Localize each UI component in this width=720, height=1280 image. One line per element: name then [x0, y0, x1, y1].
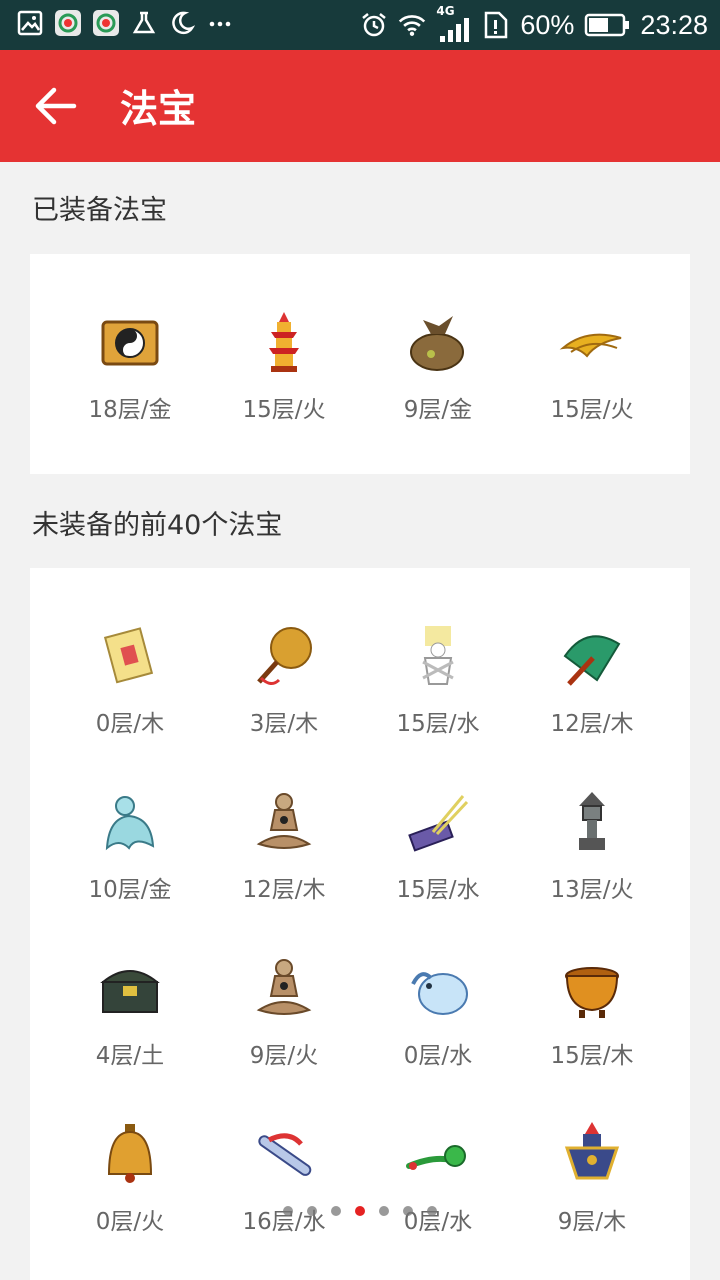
- treasure-chest-icon: [95, 954, 165, 1024]
- unequipped-treasure-item[interactable]: 9层/木: [515, 1120, 669, 1236]
- unequipped-treasure-item[interactable]: 10层/金: [53, 788, 207, 904]
- treasure-label: 4层/土: [95, 1043, 165, 1069]
- wifi-icon: [398, 11, 426, 39]
- scroll-icon: [95, 622, 165, 692]
- page-dot[interactable]: [427, 1206, 437, 1216]
- page-dot[interactable]: [307, 1206, 317, 1216]
- jade-figure-icon: [95, 788, 165, 858]
- alarm-icon: [360, 11, 388, 39]
- equipped-treasure-item[interactable]: 15层/火: [515, 308, 669, 424]
- more-notifications-icon: [206, 9, 234, 37]
- unequipped-treasure-item[interactable]: 15层/水: [361, 622, 515, 738]
- equipped-treasure-item[interactable]: 18层/金: [53, 308, 207, 424]
- armor-figure-icon: [557, 1120, 627, 1190]
- unequipped-treasure-item[interactable]: 0层/水: [361, 1120, 515, 1236]
- pagoda-icon: [249, 308, 319, 378]
- equipped-card: 18层/金 15层/火 9层/金 15层/火: [30, 254, 690, 474]
- page-dot[interactable]: [379, 1206, 389, 1216]
- brush-box-icon: [403, 788, 473, 858]
- cell-signal-icon: 4G: [436, 4, 472, 44]
- unequipped-treasure-item[interactable]: 4层/土: [53, 954, 207, 1070]
- treasure-label: 15层/火: [550, 397, 634, 423]
- meditating-doll-icon: [249, 954, 319, 1024]
- equipped-treasure-item[interactable]: 9层/金: [361, 308, 515, 424]
- jade-ruyi-icon: [403, 1120, 473, 1190]
- page-dot[interactable]: [283, 1206, 293, 1216]
- treasure-label: 15层/水: [396, 711, 480, 737]
- system-indicators: 4G 60% 23:28: [360, 4, 708, 44]
- status-bar: 4G 60% 23:28: [0, 0, 720, 50]
- sim-alert-icon: [482, 11, 510, 39]
- unequipped-treasure-item[interactable]: 3层/木: [207, 622, 361, 738]
- treasure-label: 10层/金: [88, 877, 172, 903]
- treasure-label: 18层/金: [88, 397, 172, 423]
- treasure-label: 0层/木: [95, 711, 165, 737]
- treasure-label: 15层/木: [550, 1043, 634, 1069]
- bell-icon: [95, 1120, 165, 1190]
- page-dot[interactable]: [403, 1206, 413, 1216]
- notification-icons: [16, 9, 234, 37]
- page-dot-active[interactable]: [355, 1206, 365, 1216]
- page-indicator: [0, 1206, 720, 1216]
- unequipped-treasure-item[interactable]: 15层/木: [515, 954, 669, 1070]
- battery-percent: 60%: [520, 9, 575, 40]
- unequipped-treasure-item[interactable]: 16层/水: [207, 1120, 361, 1236]
- treasure-label: 12层/木: [242, 877, 326, 903]
- unequipped-treasure-item[interactable]: 12层/木: [207, 788, 361, 904]
- gallery-icon: [16, 9, 44, 37]
- flute-icon: [249, 1120, 319, 1190]
- flask-icon: [130, 9, 158, 37]
- ice-beast-icon: [403, 954, 473, 1024]
- moon-icon: [168, 9, 196, 37]
- golden-wing-icon: [557, 308, 627, 378]
- pouch-icon: [403, 308, 473, 378]
- palm-fan-icon: [249, 622, 319, 692]
- meditating-doll-icon: [249, 788, 319, 858]
- page-dot[interactable]: [331, 1206, 341, 1216]
- stone-lantern-icon: [557, 788, 627, 858]
- app-notification-icon: [54, 9, 82, 37]
- battery-icon: [584, 11, 630, 39]
- treasure-label: 15层/火: [242, 397, 326, 423]
- equipped-treasure-item[interactable]: 15层/火: [207, 308, 361, 424]
- paper-doll-icon: [403, 622, 473, 692]
- treasure-label: 3层/木: [249, 711, 319, 737]
- yin-yang-scroll-icon: [95, 308, 165, 378]
- unequipped-treasure-item[interactable]: 0层/水: [361, 954, 515, 1070]
- umbrella-icon: [557, 622, 627, 692]
- treasure-label: 12层/木: [550, 711, 634, 737]
- unequipped-treasure-item[interactable]: 15层/水: [361, 788, 515, 904]
- unequipped-treasure-item[interactable]: 0层/火: [53, 1120, 207, 1236]
- unequipped-treasure-item[interactable]: 9层/火: [207, 954, 361, 1070]
- app-bar: 法宝: [0, 50, 720, 162]
- unequipped-card: 0层/木 3层/木 15层/水 12层/木 10层/金 12层/木 15层/水 13层/火 4层…: [30, 568, 690, 1280]
- treasure-label: 15层/水: [396, 877, 480, 903]
- unequipped-treasure-item[interactable]: 0层/木: [53, 622, 207, 738]
- treasure-label: 9层/火: [249, 1043, 319, 1069]
- app-notification-icon: [92, 9, 120, 37]
- unequipped-treasure-item[interactable]: 12层/木: [515, 622, 669, 738]
- golden-cauldron-icon: [557, 954, 627, 1024]
- equipped-section-title: 已装备法宝: [32, 195, 167, 226]
- unequipped-section-title: 未装备的前40个法宝: [32, 510, 283, 541]
- back-arrow-icon[interactable]: [34, 86, 78, 126]
- page-title: 法宝: [120, 87, 197, 131]
- clock: 23:28: [640, 9, 708, 40]
- treasure-label: 9层/金: [403, 397, 473, 423]
- treasure-label: 13层/火: [550, 877, 634, 903]
- unequipped-treasure-item[interactable]: 13层/火: [515, 788, 669, 904]
- treasure-label: 0层/水: [403, 1043, 473, 1069]
